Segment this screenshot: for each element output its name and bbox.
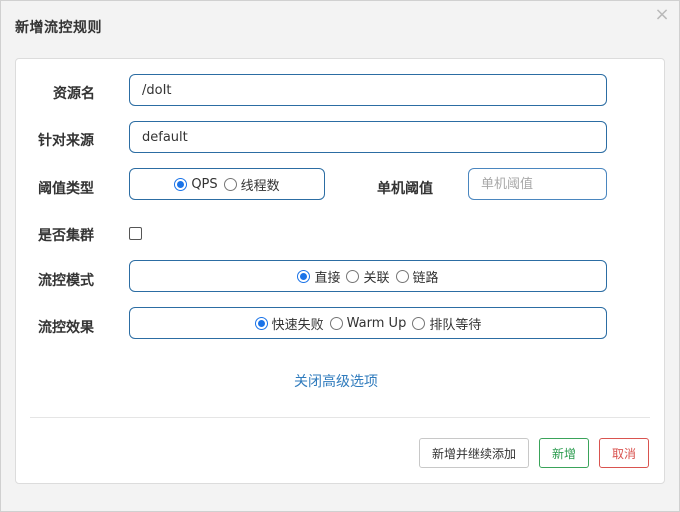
radio-unchecked-icon[interactable] (223, 177, 237, 191)
radio-checked-icon[interactable] (297, 269, 311, 283)
dialog-title: 新增流控规则 (15, 20, 102, 36)
limit-app-label: 针对来源 (38, 133, 94, 149)
limit-app-input[interactable] (129, 121, 607, 153)
radio-unchecked-icon[interactable] (412, 316, 426, 330)
threshold-type-option-threads[interactable]: 线程数 (223, 175, 280, 194)
radio-label: 链路 (412, 270, 439, 286)
threshold-type-radio-group: QPS 线程数 (129, 168, 325, 200)
threshold-type-option-qps[interactable]: QPS (174, 176, 218, 192)
resource-input[interactable] (129, 74, 607, 106)
control-effect-radio-group: 快速失败 Warm Up 排队等待 (129, 307, 607, 339)
dialog-header: 新增流控规则 × (1, 1, 679, 53)
radio-unchecked-icon[interactable] (395, 269, 409, 283)
control-mode-option-relate[interactable]: 关联 (346, 267, 390, 286)
threshold-type-label: 阈值类型 (38, 181, 94, 197)
radio-label: 关联 (363, 270, 390, 286)
close-advanced-options-link[interactable]: 关闭高级选项 (294, 371, 378, 391)
radio-label: QPS (191, 176, 218, 192)
radio-unchecked-icon[interactable] (346, 269, 360, 283)
radio-label: 快速失败 (271, 317, 324, 333)
resource-label: 资源名 (53, 86, 95, 102)
control-mode-radio-group: 直接 关联 链路 (129, 260, 607, 292)
control-effect-label: 流控效果 (38, 320, 94, 336)
control-mode-option-chain[interactable]: 链路 (395, 267, 439, 286)
cancel-button[interactable]: 取消 (599, 438, 649, 468)
form-panel: 资源名 针对来源 阈值类型 QPS 线程数 单机阈值 是否集群 流控模式 (15, 58, 665, 484)
single-threshold-input[interactable] (468, 168, 607, 200)
add-and-continue-button[interactable]: 新增并继续添加 (419, 438, 529, 468)
radio-label: 线程数 (240, 178, 280, 194)
radio-label: Warm Up (346, 315, 407, 331)
cluster-label: 是否集群 (38, 228, 94, 244)
radio-label: 直接 (314, 270, 341, 286)
cluster-checkbox[interactable] (129, 227, 142, 240)
close-icon[interactable]: × (653, 5, 671, 25)
radio-checked-icon[interactable] (254, 316, 268, 330)
radio-checked-icon[interactable] (174, 177, 188, 191)
radio-unchecked-icon[interactable] (329, 316, 343, 330)
control-mode-option-direct[interactable]: 直接 (297, 267, 340, 286)
radio-label: 排队等待 (429, 317, 482, 333)
single-threshold-label: 单机阈值 (377, 181, 433, 197)
control-mode-label: 流控模式 (38, 273, 94, 289)
divider (30, 417, 650, 418)
add-flow-rule-dialog: 新增流控规则 × 资源名 针对来源 阈值类型 QPS 线程数 单机阈值 是否集群 (0, 0, 680, 512)
control-effect-option-fast-fail[interactable]: 快速失败 (254, 314, 324, 333)
add-button[interactable]: 新增 (539, 438, 589, 468)
control-effect-option-warm-up[interactable]: Warm Up (329, 315, 407, 331)
control-effect-option-queue[interactable]: 排队等待 (412, 314, 481, 333)
